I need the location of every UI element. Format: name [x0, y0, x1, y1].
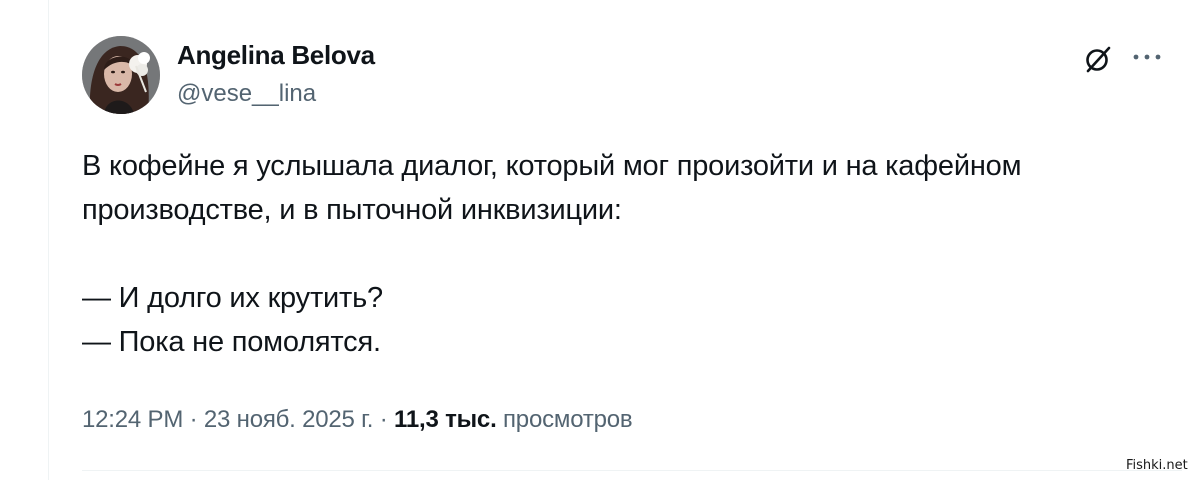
tweet-meta: 12:24 PM · 23 нояб. 2025 г. · 11,3 тыс. …: [82, 406, 633, 434]
tweet-line: — Пока не помолятся.: [82, 326, 381, 358]
more-icon[interactable]: [1130, 44, 1164, 70]
tweet-date[interactable]: 23 нояб. 2025 г.: [204, 406, 374, 433]
meta-separator: ·: [379, 406, 388, 433]
meta-separator: ·: [189, 406, 198, 433]
avatar[interactable]: [82, 36, 160, 114]
tweet-text: В кофейне я услышала диалог, который мог…: [82, 144, 1182, 364]
tweet-line: В кофейне я услышала диалог, который мог…: [82, 150, 1022, 182]
tweet-line: — И долго их крутить?: [82, 282, 383, 314]
divider: [82, 470, 1182, 471]
author-handle[interactable]: @vese__lina: [177, 80, 316, 108]
avatar-image: [82, 36, 160, 114]
tweet-line-gap: [82, 232, 1182, 276]
grok-icon[interactable]: [1083, 44, 1113, 74]
tweet-line: производстве, и в пыточной инквизиции:: [82, 194, 622, 226]
tweet-time[interactable]: 12:24 PM: [82, 406, 183, 433]
author-name[interactable]: Angelina Belova: [177, 40, 375, 71]
views-label: просмотров: [503, 406, 633, 433]
timeline-border: [48, 0, 49, 480]
watermark: Fishki.net: [1126, 458, 1188, 473]
views-count[interactable]: 11,3 тыс.: [394, 406, 497, 433]
